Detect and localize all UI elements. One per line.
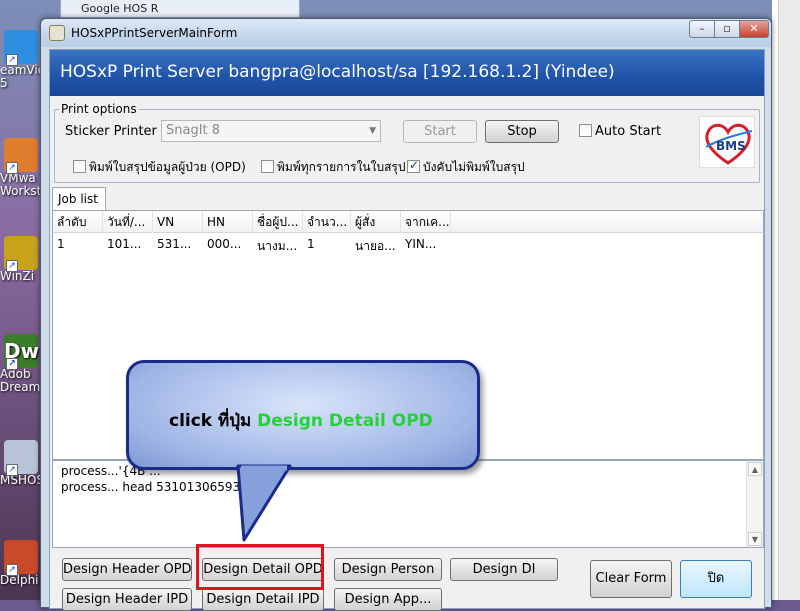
print-options-group: Print options Sticker Printer SnagIt 8 ▼… — [54, 102, 760, 183]
column-header[interactable]: ผู้สั่ง — [351, 211, 401, 233]
column-header[interactable]: จากเค... — [401, 211, 451, 233]
design-di-button[interactable]: Design DI — [450, 558, 558, 581]
background-window-edge — [772, 0, 800, 600]
shortcut-arrow-icon: ↗ — [6, 54, 18, 66]
winzip-icon: ↗ — [4, 236, 38, 272]
checkbox-box-checked — [407, 158, 420, 173]
log-line: process... head 531013065936 — [61, 480, 248, 494]
table-cell: 000... — [207, 237, 242, 251]
column-header[interactable]: ชื่อผู้ป... — [253, 211, 303, 233]
form-client-area: HOSxP Print Server bangpra@localhost/sa … — [49, 49, 765, 611]
table-cell: 531... — [157, 237, 192, 251]
checkbox-box — [579, 124, 592, 137]
checkbox-box — [73, 160, 86, 173]
design-header-opd-button[interactable]: Design Header OPD — [62, 558, 192, 581]
start-button[interactable]: Start — [403, 120, 477, 143]
bms-heart-icon: BMS — [705, 123, 753, 165]
stop-button[interactable]: Stop — [485, 120, 559, 143]
print-opd-summary-label: พิมพ์ใบสรุปข้อมูลผู้ป่วย (OPD) — [89, 160, 246, 174]
background-tab-text: Google HOS R — [81, 2, 159, 15]
print-all-items-checkbox[interactable]: พิมพ์ทุกรายการในใบสรุป — [261, 158, 406, 177]
design-person-button[interactable]: Design Person — [334, 558, 442, 581]
callout-pointer-icon — [236, 464, 292, 542]
shortcut-arrow-icon: ↗ — [6, 162, 18, 174]
table-cell: 1 — [57, 237, 65, 251]
tutorial-callout: click ที่ปุ่ม Design Detail OPD — [126, 360, 480, 470]
dreamweaver-icon: Dw ↗ — [4, 334, 39, 370]
background-browser-tab[interactable]: Google HOS R — [60, 0, 300, 18]
scroll-down-icon[interactable]: ▼ — [748, 532, 762, 546]
bms-logo: BMS — [699, 116, 755, 168]
vmware-icon: ↗ — [4, 138, 38, 174]
print-server-window: HOSxPPrintServerMainForm – ▫ ✕ HOSxP Pri… — [40, 18, 772, 611]
callout-text: click ที่ปุ่ม Design Detail OPD — [169, 407, 433, 434]
sticker-printer-select[interactable]: SnagIt 8 ▼ — [161, 120, 381, 142]
shortcut-arrow-icon: ↗ — [6, 358, 18, 370]
shortcut-arrow-icon: ↗ — [6, 260, 18, 272]
mshos-icon: ↗ — [4, 440, 38, 476]
close-window-button[interactable]: ✕ — [739, 20, 769, 38]
print-opd-summary-checkbox[interactable]: พิมพ์ใบสรุปข้อมูลผู้ป่วย (OPD) — [73, 158, 246, 177]
bms-logo-text: BMS — [716, 139, 746, 153]
tab-job-list[interactable]: Job list — [52, 187, 106, 211]
table-cell: นายอ... — [355, 239, 396, 253]
minimize-button[interactable]: – — [689, 20, 715, 38]
print-options-legend: Print options — [59, 102, 139, 116]
column-header[interactable]: ลำดับ — [53, 211, 103, 233]
shortcut-arrow-icon: ↗ — [6, 464, 18, 476]
clear-form-button[interactable]: Clear Form — [590, 560, 672, 598]
close-button[interactable]: ปิด — [680, 560, 752, 598]
delphi-icon: ↗ — [4, 540, 38, 576]
force-no-summary-checkbox[interactable]: บังคับไม่พิมพ์ใบสรุป — [407, 158, 525, 177]
table-cell: 1 — [307, 237, 315, 251]
process-log[interactable]: process...'{4B ... process... head 53101… — [52, 460, 764, 548]
teamviewer-icon: ↗ — [4, 30, 38, 66]
app-icon — [49, 25, 65, 41]
column-header[interactable]: VN — [153, 211, 203, 233]
table-cell: นางม... — [257, 239, 298, 253]
title-bar[interactable]: HOSxPPrintServerMainForm – ▫ ✕ — [41, 19, 771, 47]
job-list-header: ลำดับ วันที่/... VN HN ชื่อผู้ป... จำนว.… — [53, 211, 763, 233]
callout-highlight: Design Detail OPD — [257, 411, 433, 431]
column-header[interactable]: วันที่/... — [103, 211, 153, 233]
checkbox-box — [261, 160, 274, 173]
auto-start-label: Auto Start — [595, 124, 662, 139]
header-banner: HOSxP Print Server bangpra@localhost/sa … — [50, 50, 764, 96]
table-cell: YIN... — [405, 237, 437, 251]
sticker-printer-label: Sticker Printer — [65, 124, 157, 139]
window-title: HOSxPPrintServerMainForm — [71, 26, 238, 40]
log-scrollbar[interactable]: ▲ ▼ — [746, 461, 763, 547]
chevron-down-icon: ▼ — [369, 126, 376, 136]
column-header[interactable]: HN — [203, 211, 253, 233]
auto-start-checkbox[interactable]: Auto Start — [579, 124, 661, 139]
column-header[interactable]: จำนว... — [303, 211, 351, 233]
scroll-up-icon[interactable]: ▲ — [748, 462, 762, 476]
print-all-items-label: พิมพ์ทุกรายการในใบสรุป — [277, 160, 406, 174]
callout-prefix: click ที่ปุ่ม — [169, 411, 258, 431]
shortcut-arrow-icon: ↗ — [6, 564, 18, 576]
tab-strip: Job list — [52, 187, 762, 211]
highlight-box — [196, 544, 324, 590]
sticker-printer-value: SnagIt 8 — [166, 123, 221, 138]
maximize-button[interactable]: ▫ — [714, 20, 740, 38]
force-no-summary-label: บังคับไม่พิมพ์ใบสรุป — [423, 160, 525, 174]
background-scrollbar[interactable] — [778, 0, 800, 600]
table-cell: 101... — [107, 237, 142, 251]
